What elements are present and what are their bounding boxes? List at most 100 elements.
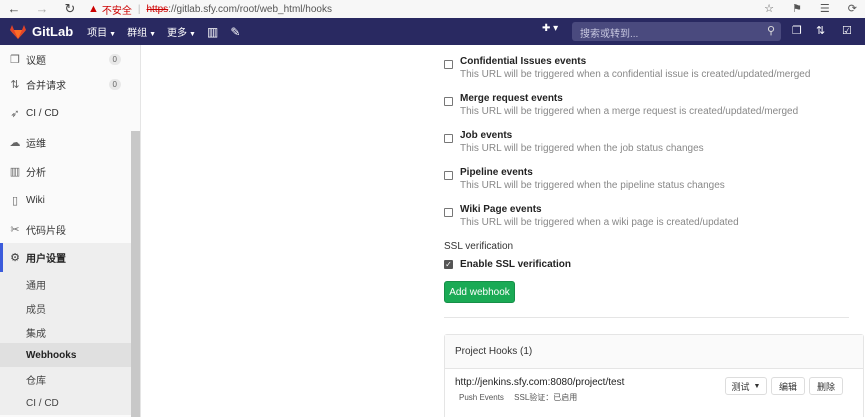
search-input[interactable]: 搜索或转到... ⚲ <box>572 22 781 41</box>
gitlab-fox-icon <box>10 24 26 39</box>
address-bar[interactable]: https://gitlab.sfy.com/root/web_html/hoo… <box>147 4 332 15</box>
sidebar-item-wiki[interactable]: ▯ Wiki <box>0 186 131 215</box>
sidebar-item-label: 运维 <box>26 139 46 150</box>
test-hook-label: 测试 <box>731 381 750 392</box>
sidebar-item-operations[interactable]: ☁ 运维 <box>0 128 131 157</box>
url-protocol: https <box>146 3 169 15</box>
hook-ssl-status: SSL验证：已启用 <box>514 393 578 402</box>
sidebar-item-settings[interactable]: ⚙ 用户设置 <box>0 243 131 272</box>
url-path: ://gitlab.sfy.com/root/web_html/hooks <box>168 3 332 15</box>
edit-hook-button[interactable]: 编辑 <box>771 377 805 395</box>
search-placeholder: 搜索或转到... <box>580 29 639 40</box>
back-icon[interactable]: ← <box>0 0 28 18</box>
event-title: Merge request events <box>460 93 563 104</box>
ssl-verification-label: Enable SSL verification <box>460 259 571 270</box>
project-hooks-title: Project Hooks (1) <box>445 335 863 369</box>
section-divider <box>444 317 849 318</box>
event-description: This URL will be triggered when a confid… <box>460 69 811 80</box>
main-content: Confidential Issues events This URL will… <box>142 45 865 417</box>
menu-projects[interactable]: 项目 ▼ <box>87 24 116 39</box>
hook-meta: Push Events SSL验证：已启用 <box>459 392 585 403</box>
top-navbar: GitLab 项目 ▼ 群组 ▼ 更多 ▼ ▥ ✎ ✚ ▾ 搜索或转到... ⚲ ❐ … <box>0 18 865 45</box>
collections-icon[interactable]: ⚑ <box>792 0 802 18</box>
brand-name: GitLab <box>32 24 74 39</box>
event-title: Job events <box>460 130 513 141</box>
wiki-page-checkbox[interactable] <box>444 208 453 217</box>
test-hook-dropdown[interactable]: 测试 ▼ <box>725 377 767 395</box>
event-description: This URL will be triggered when the job … <box>460 143 704 154</box>
merge-request-checkbox[interactable] <box>444 97 453 106</box>
project-hooks-panel: Project Hooks (1) http://jenkins.sfy.com… <box>444 334 864 417</box>
menu-more-label: 更多 <box>167 28 188 39</box>
browser-actions: ☆ ⚑ ☰ ⟳ <box>764 0 857 18</box>
sidebar-subitem-members[interactable]: 成员 <box>0 296 131 320</box>
browser-toolbar: ← → ↻ ▲ 不安全 | https://gitlab.sfy.com/roo… <box>0 0 865 18</box>
hook-url: http://jenkins.sfy.com:8080/project/test <box>455 377 625 388</box>
sidebar-item-label: 分析 <box>26 168 46 179</box>
new-item-plus-icon[interactable]: ✚ ▾ <box>542 23 558 34</box>
issues-icon: ❐ <box>10 54 20 66</box>
sidebar-item-label: 议题 <box>26 56 46 67</box>
sidebar-item-label: 用户设置 <box>26 254 66 265</box>
warning-icon: ▲ <box>88 3 99 15</box>
menu-more[interactable]: 更多 ▼ <box>167 24 196 39</box>
wrench-icon[interactable]: ✎ <box>230 25 240 39</box>
sidebar-subitem-repository[interactable]: 仓库 <box>0 367 131 391</box>
chevron-down-icon: ▼ <box>149 31 157 38</box>
chevron-down-icon: ▼ <box>753 382 761 390</box>
sidebar-item-analytics[interactable]: ▥ 分析 <box>0 157 131 186</box>
favorite-icon[interactable]: ☆ <box>764 0 774 18</box>
book-icon: ▯ <box>11 195 19 207</box>
chevron-down-icon: ▼ <box>109 31 117 38</box>
ssl-verification-checkbox[interactable]: ✓ <box>444 260 453 269</box>
confidential-issues-checkbox[interactable] <box>444 60 453 69</box>
reload-icon[interactable]: ↻ <box>56 0 84 18</box>
search-icon: ⚲ <box>766 25 775 37</box>
merge-requests-count-badge: 0 <box>108 79 121 90</box>
add-webhook-button[interactable]: Add webhook <box>444 281 515 303</box>
chevron-down-icon: ▼ <box>189 31 196 38</box>
event-title: Pipeline events <box>460 167 533 178</box>
todo-icon[interactable]: ❐ <box>792 24 802 37</box>
sidebar-item-label: 合并请求 <box>26 81 66 92</box>
job-events-checkbox[interactable] <box>444 134 453 143</box>
project-sidebar: ❐ 议题 0 ⇅ 合并请求 0 ➶ CI / CD ☁ 运维 ▥ 分析 ▯ Wi… <box>0 45 141 417</box>
cloud-icon: ☁ <box>9 137 21 149</box>
gitlab-logo[interactable]: GitLab <box>9 24 87 40</box>
delete-hook-button[interactable]: 删除 <box>809 377 843 395</box>
pipeline-events-checkbox[interactable] <box>444 171 453 180</box>
sidebar-subitem-general[interactable]: 通用 <box>0 272 131 296</box>
hook-event-badge: Push Events <box>459 393 504 402</box>
issues-count-badge: 0 <box>108 54 121 65</box>
event-description: This URL will be triggered when a merge … <box>460 106 799 117</box>
menu-projects-label: 项目 <box>87 28 108 39</box>
event-description: This URL will be triggered when a wiki p… <box>460 217 739 228</box>
address-separator: | <box>137 3 141 15</box>
menu-groups-label: 群组 <box>127 28 148 39</box>
sidebar-subitem-webhooks[interactable]: Webhooks <box>0 343 131 367</box>
activity-chart-icon[interactable]: ▥ <box>207 25 218 39</box>
sidebar-item-merge-requests[interactable]: ⇅ 合并请求 0 <box>0 70 131 99</box>
sync-icon[interactable]: ⟳ <box>848 0 857 18</box>
sidebar-subitem-ci-cd[interactable]: CI / CD <box>0 391 131 415</box>
sidebar-item-ci-cd[interactable]: ➶ CI / CD <box>0 99 131 128</box>
event-title: Wiki Page events <box>460 204 542 215</box>
ssl-verification-heading: SSL verification <box>444 241 514 252</box>
rocket-icon: ➶ <box>10 108 20 120</box>
favorites-list-icon[interactable]: ☰ <box>820 0 830 18</box>
merge-request-icon: ⇅ <box>10 79 20 91</box>
sidebar-subitem-integrations[interactable]: 集成 <box>0 320 131 344</box>
merge-requests-icon[interactable]: ⇅ <box>816 24 825 37</box>
menu-groups[interactable]: 群组 ▼ <box>127 24 156 39</box>
issues-check-icon[interactable]: ☑ <box>842 24 852 37</box>
sidebar-item-label: CI / CD <box>26 108 59 119</box>
forward-icon[interactable]: → <box>28 0 56 18</box>
gear-icon: ⚙ <box>10 252 20 264</box>
sidebar-item-label: 代码片段 <box>26 226 66 237</box>
sidebar-item-label: Wiki <box>26 195 45 206</box>
event-title: Confidential Issues events <box>460 56 587 67</box>
sidebar-item-snippets[interactable]: ✂ 代码片段 <box>0 215 131 244</box>
event-description: This URL will be triggered when the pipe… <box>460 180 725 191</box>
sidebar-scrollbar[interactable] <box>131 131 140 417</box>
chart-icon: ▥ <box>9 166 21 178</box>
